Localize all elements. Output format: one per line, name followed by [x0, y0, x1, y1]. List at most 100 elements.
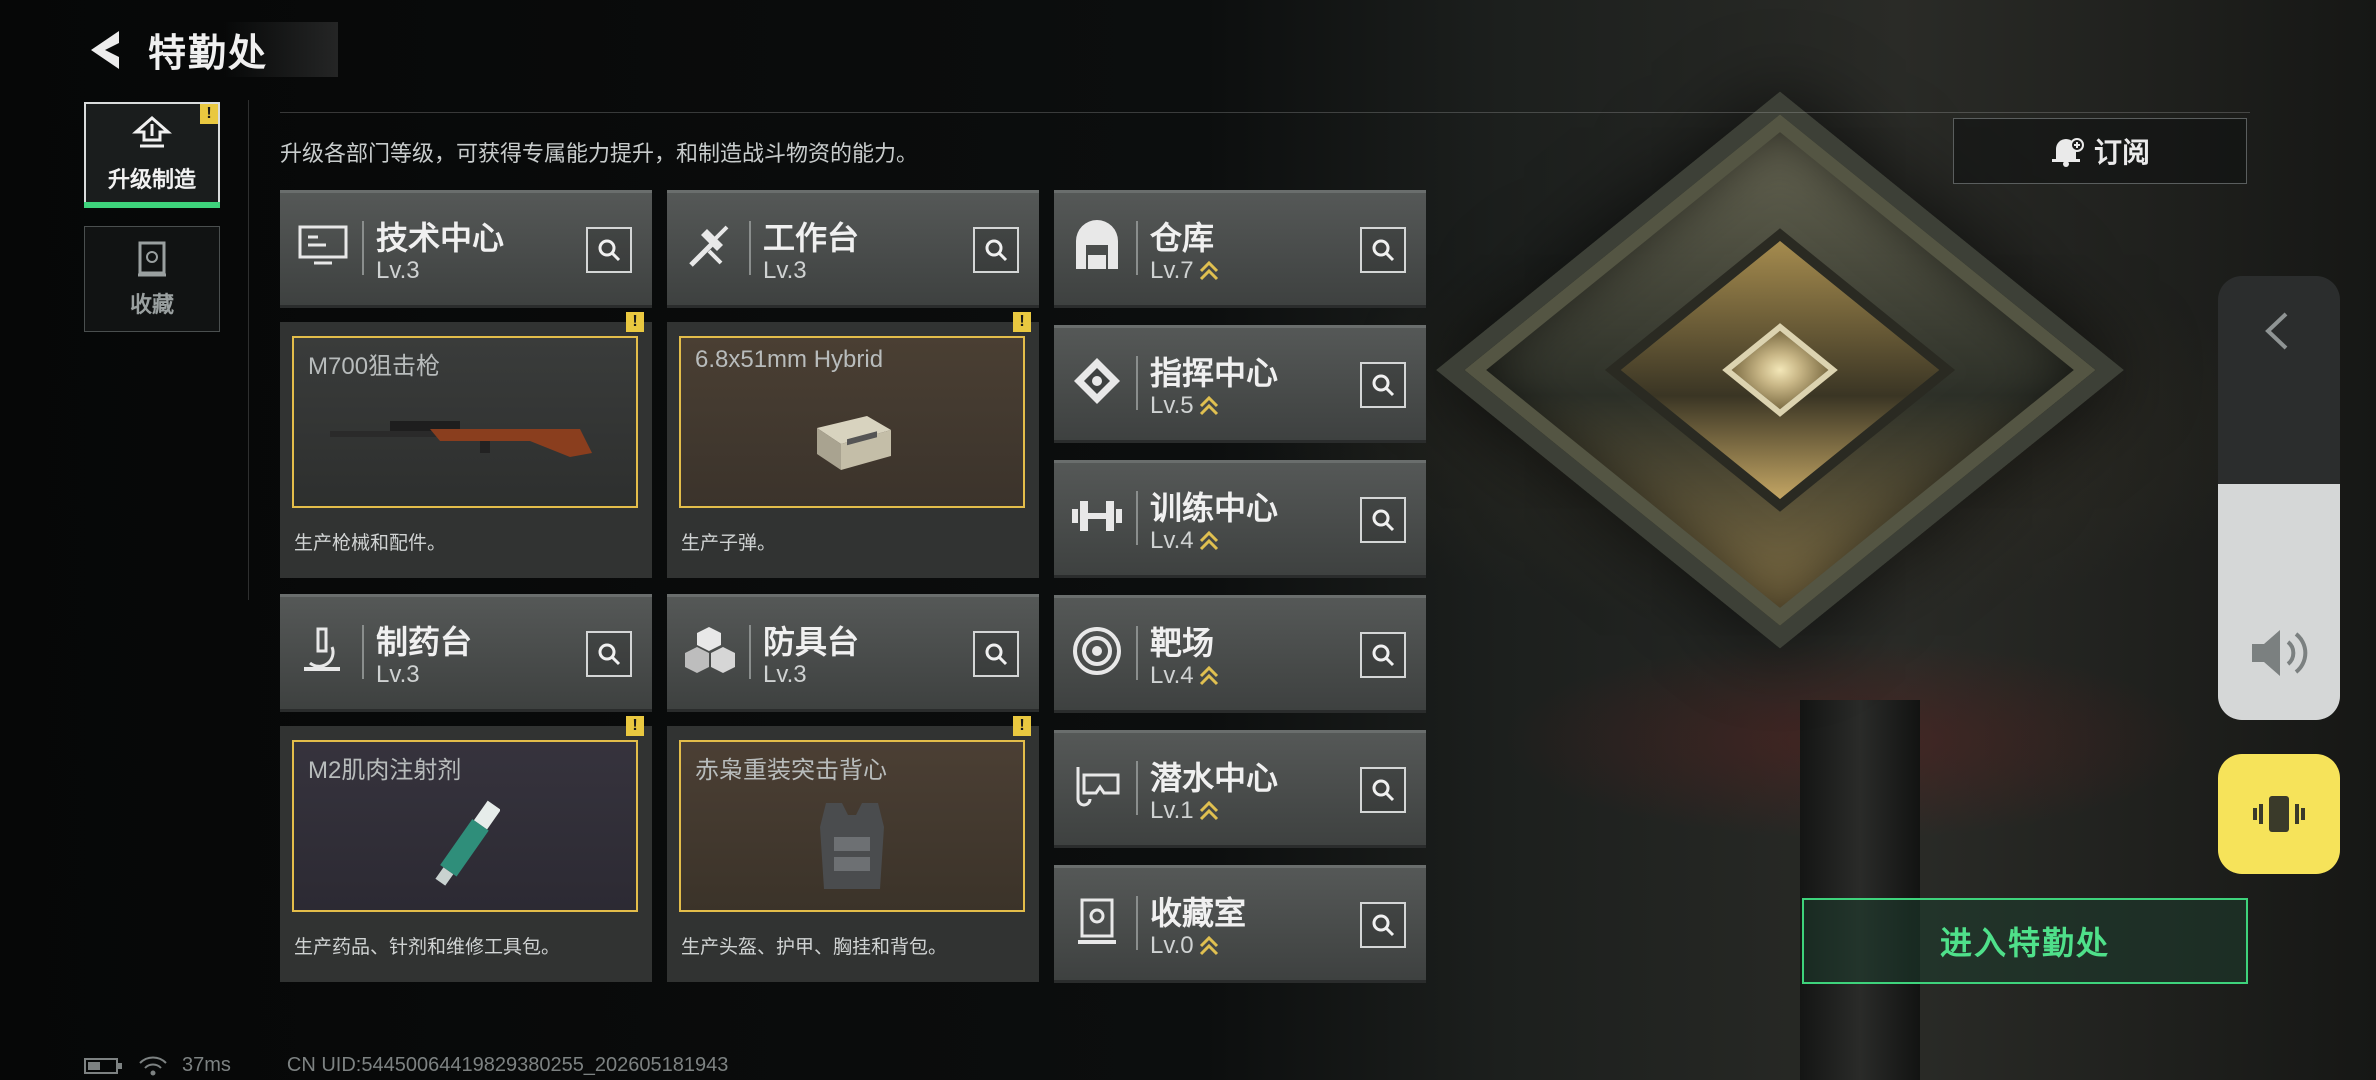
dept-level-text: Lv.4 [1150, 527, 1194, 554]
chip-icon [1074, 358, 1120, 404]
dive-mask-icon [1076, 767, 1120, 807]
injector-icon [435, 800, 500, 886]
product-frame: 赤枭重装突击背心 [679, 740, 1025, 912]
dept-card-tech-center[interactable]: 技术中心 Lv.3 [280, 190, 652, 308]
alert-badge: ! [626, 312, 644, 332]
vest-image [681, 782, 1023, 910]
collection-case-icon [138, 241, 166, 277]
dept-name: 制药台 [376, 624, 473, 660]
rifle-image [294, 378, 636, 506]
inspect-button[interactable] [1360, 362, 1406, 408]
dept-name: 潜水中心 [1150, 760, 1279, 796]
microscope-icon [304, 627, 340, 671]
ammo-box-image [681, 378, 1023, 506]
alert-badge: ! [1013, 312, 1031, 332]
dept-level: Lv.0 [1150, 932, 1220, 960]
vibrate-toggle-button[interactable] [2218, 754, 2340, 874]
enter-special-ops-label: 进入特勤处 [1939, 925, 2110, 961]
card-separator [1136, 356, 1138, 410]
search-icon [1372, 779, 1395, 802]
dept-card-workbench[interactable]: 工作台 Lv.3 [667, 190, 1039, 308]
search-icon [1372, 509, 1395, 532]
dept-name: 仓库 [1150, 220, 1215, 256]
card-separator [1136, 626, 1138, 680]
search-icon [1372, 374, 1395, 397]
upgrade-icon [132, 116, 172, 148]
card-separator [1136, 896, 1138, 950]
upgrade-available-icon [1199, 530, 1218, 551]
inspect-button[interactable] [1360, 497, 1406, 543]
dept-name: 防具台 [763, 624, 860, 660]
alert-badge: ! [200, 104, 218, 124]
computer-icon [298, 225, 348, 265]
dept-name: 指挥中心 [1150, 355, 1279, 391]
inspect-button[interactable] [1360, 767, 1406, 813]
sniper-rifle-icon [330, 421, 592, 457]
card-separator [362, 221, 364, 275]
inspect-button[interactable] [586, 631, 632, 677]
search-icon [1372, 644, 1395, 667]
warehouse-icon [1076, 220, 1118, 269]
ammo-box-icon [817, 416, 891, 470]
card-separator [362, 625, 364, 679]
production-panel-pharmacy[interactable]: M2肌肉注射剂 ! 生产药品、针剂和维修工具包。 [280, 716, 652, 982]
dept-card-shooting-range[interactable]: 靶场 Lv.4 [1054, 595, 1426, 713]
upgrade-available-icon [1199, 260, 1218, 281]
dumbbell-icon [1072, 501, 1122, 531]
search-icon [1372, 914, 1395, 937]
subscribe-button[interactable]: 订阅 [1953, 118, 2247, 184]
dept-level: Lv.5 [1150, 392, 1220, 420]
chevron-left-icon[interactable] [2254, 306, 2304, 356]
dept-card-pharmacy[interactable]: 制药台 Lv.3 [280, 594, 652, 712]
dept-card-diving-center[interactable]: 潜水中心 Lv.1 [1054, 730, 1426, 848]
dept-card-warehouse[interactable]: 仓库 Lv.7 [1054, 190, 1426, 308]
volume-panel[interactable] [2218, 276, 2340, 720]
back-arrow-icon [91, 30, 119, 69]
dept-level: Lv.4 [1150, 527, 1220, 555]
dept-level-text: Lv.1 [1150, 797, 1194, 824]
card-separator [1136, 761, 1138, 815]
inspect-button[interactable] [1360, 902, 1406, 948]
upgrade-available-icon [1199, 395, 1218, 416]
dept-card-command-center[interactable]: 指挥中心 Lv.5 [1054, 325, 1426, 443]
inspect-button[interactable] [586, 227, 632, 273]
product-name: M700狙击枪 [308, 353, 441, 380]
production-panel-workbench[interactable]: 6.8x51mm Hybrid ! 生产子弹。 [667, 312, 1039, 578]
dept-level-text: Lv.3 [763, 661, 807, 688]
dept-level: Lv.3 [763, 661, 807, 689]
battery-icon [84, 1057, 122, 1074]
upgrade-available-icon [1199, 800, 1218, 821]
dept-level: Lv.3 [763, 257, 807, 285]
subscribe-label: 订阅 [2093, 137, 2150, 168]
target-icon [1073, 627, 1121, 675]
armor-vest-icon [820, 803, 884, 889]
inspect-button[interactable] [1360, 227, 1406, 273]
nav-collection[interactable]: 收藏 [84, 226, 220, 332]
product-description: 生产药品、针剂和维修工具包。 [294, 937, 561, 958]
dept-card-training-center[interactable]: 训练中心 Lv.4 [1054, 460, 1426, 578]
armor-blocks-icon [685, 627, 735, 673]
inspect-button[interactable] [973, 631, 1019, 677]
upgrade-available-icon [1199, 935, 1218, 956]
dept-card-collection-room[interactable]: 收藏室 Lv.0 [1054, 865, 1426, 983]
header: 特勤处 [80, 22, 339, 77]
enter-special-ops-button[interactable]: 进入特勤处 [1802, 898, 2248, 984]
inspect-button[interactable] [973, 227, 1019, 273]
user-uid: CN UID:544500644198293802­55_20260518194… [286, 1054, 729, 1076]
dept-name: 训练中心 [1150, 490, 1279, 526]
nav-upgrade-craft[interactable]: 升级制造 ! [84, 102, 220, 208]
dept-level-text: Lv.7 [1150, 257, 1194, 284]
dept-level: Lv.3 [376, 257, 420, 285]
production-panel-tech-center[interactable]: M700狙击枪 ! 生产枪械和配件。 [280, 312, 652, 578]
tools-icon [689, 225, 729, 267]
volume-icon[interactable] [2246, 622, 2312, 684]
injector-image [294, 782, 636, 910]
production-panel-armor-bench[interactable]: 赤枭重装突击背心 ! 生产头盔、护甲、胸挂和背包。 [667, 716, 1039, 982]
dept-name: 靶场 [1150, 625, 1215, 661]
back-button[interactable] [80, 23, 130, 77]
card-separator [1136, 491, 1138, 545]
dept-card-armor-bench[interactable]: 防具台 Lv.3 [667, 594, 1039, 712]
dept-name: 技术中心 [376, 220, 505, 256]
inspect-button[interactable] [1360, 632, 1406, 678]
product-frame: M2肌肉注射剂 [292, 740, 638, 912]
